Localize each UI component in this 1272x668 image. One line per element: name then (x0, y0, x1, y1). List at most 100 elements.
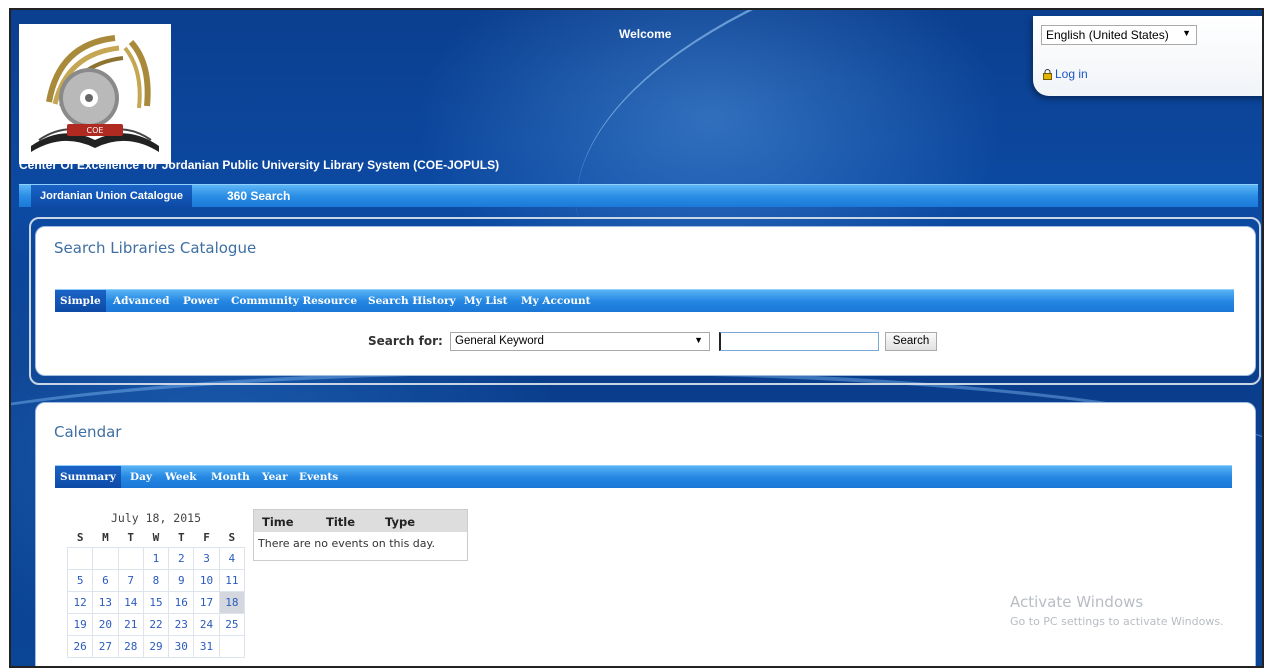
calendar-day-24[interactable]: 24 (193, 613, 220, 636)
calendar-day-25[interactable]: 25 (218, 613, 246, 636)
weekday-header: T (177, 530, 185, 544)
events-table-header: Time Title Type (254, 510, 467, 532)
weekday-header: F (203, 530, 210, 544)
mini-calendar-caption: July 18, 2015 (110, 511, 201, 525)
calendar-day-3[interactable]: 3 (193, 547, 220, 570)
calendar-day-2[interactable]: 2 (168, 547, 195, 570)
activate-windows-watermark: Activate Windows Go to PC settings to ac… (1010, 593, 1224, 628)
tab-year[interactable]: Year (262, 466, 288, 488)
calendar-week-row: 12 13 14 15 16 17 18 (66, 591, 246, 614)
calendar-empty-cell (117, 547, 144, 570)
no-events-message: There are no events on this day. (258, 537, 435, 550)
calendar-empty-cell (218, 635, 246, 658)
calendar-day-29[interactable]: 29 (142, 635, 170, 658)
tab-my-list[interactable]: My List (464, 290, 508, 312)
browser-page: COE Welcome Center Of Excellence for Jor… (9, 8, 1264, 668)
calendar-tabs: Summary Day Week Month Year Events (55, 465, 1232, 488)
calendar-week-row: 19 20 21 22 23 24 25 (66, 613, 246, 636)
calendar-day-12[interactable]: 12 (66, 591, 94, 614)
tab-power[interactable]: Power (183, 290, 219, 312)
calendar-day-5[interactable]: 5 (66, 569, 94, 592)
calendar-day-27[interactable]: 27 (92, 635, 119, 658)
tab-week[interactable]: Week (165, 466, 197, 488)
calendar-day-19[interactable]: 19 (66, 613, 94, 636)
calendar-day-31[interactable]: 31 (193, 635, 220, 658)
login-label: Log in (1055, 67, 1088, 81)
search-for-label: Search for: (368, 334, 443, 348)
tab-day[interactable]: Day (130, 466, 152, 488)
weekday-header: S (76, 530, 84, 544)
weekday-header: S (228, 530, 236, 544)
site-title: Center Of Excellence for Jordanian Publi… (19, 158, 500, 172)
tab-my-account[interactable]: My Account (521, 290, 590, 312)
search-row: Search for: General Keyword ▼ Search (36, 332, 1255, 352)
mini-calendar-weeks: 1 2 3 4 5 6 7 8 9 10 11 12 13 14 15 16 17 18 19 20 21 22 23 24 2… (66, 547, 246, 658)
calendar-day-7[interactable]: 7 (117, 569, 144, 592)
calendar-empty-cell (66, 547, 94, 570)
calendar-week-row: 26 27 28 29 30 31 (66, 635, 246, 658)
calendar-empty-cell (92, 547, 119, 570)
calendar-day-13[interactable]: 13 (92, 591, 119, 614)
calendar-day-10[interactable]: 10 (193, 569, 220, 592)
top-navigation: Jordanian Union Catalogue 360 Search (19, 184, 1258, 207)
events-table: Time Title Type There are no events on t… (253, 509, 468, 561)
calendar-week-row: 1234 (66, 547, 246, 570)
calendar-week-row: 5 6 7 8 9 10 11 (66, 569, 246, 592)
tab-360-search[interactable]: 360 Search (227, 185, 290, 207)
welcome-text: Welcome (619, 27, 672, 41)
calendar-day-16[interactable]: 16 (168, 591, 195, 614)
calendar-day-8[interactable]: 8 (142, 569, 170, 592)
calendar-day-11[interactable]: 11 (218, 569, 246, 592)
calendar-day-21[interactable]: 21 (117, 613, 144, 636)
calendar-day-1[interactable]: 1 (142, 547, 170, 570)
search-libraries-panel: Search Libraries Catalogue Simple Advanc… (35, 226, 1256, 376)
weekday-header-row: SMTWTFS (68, 527, 245, 548)
watermark-subtitle: Go to PC settings to activate Windows. (1010, 615, 1224, 628)
search-input[interactable] (719, 332, 879, 351)
tab-summary[interactable]: Summary (55, 466, 121, 488)
calendar-day-28[interactable]: 28 (117, 635, 144, 658)
calendar-day-23[interactable]: 23 (168, 613, 195, 636)
calendar-day-17[interactable]: 17 (193, 591, 220, 614)
tab-community-resource[interactable]: Community Resource (231, 290, 357, 312)
tab-advanced[interactable]: Advanced (113, 290, 169, 312)
calendar-day-9[interactable]: 9 (168, 569, 195, 592)
language-select[interactable]: English (United States) ▼ (1041, 25, 1197, 45)
calendar-day-26[interactable]: 26 (66, 635, 94, 658)
calendar-day-6[interactable]: 6 (92, 569, 119, 592)
coe-logo[interactable]: COE (19, 24, 171, 164)
dropdown-arrow-icon: ▼ (1182, 28, 1191, 38)
calendar-day-18[interactable]: 18 (218, 591, 246, 614)
calendar-day-22[interactable]: 22 (142, 613, 170, 636)
watermark-title: Activate Windows (1010, 593, 1144, 611)
search-type-select[interactable]: General Keyword ▼ (450, 332, 710, 351)
calendar-day-14[interactable]: 14 (117, 591, 144, 614)
language-login-panel: English (United States) ▼ Log in (1033, 16, 1262, 96)
calendar-day-15[interactable]: 15 (142, 591, 170, 614)
dropdown-arrow-icon: ▼ (694, 335, 703, 345)
search-button[interactable]: Search (885, 332, 937, 351)
tab-events[interactable]: Events (299, 466, 338, 488)
language-select-value: English (United States) (1046, 28, 1169, 42)
calendar-day-30[interactable]: 30 (168, 635, 195, 658)
tab-simple[interactable]: Simple (55, 290, 106, 312)
calendar-panel-title: Calendar (54, 423, 122, 441)
column-header-title: Title (326, 515, 356, 529)
mini-calendar-grid: SMTWTFS 1 2 3 4 5 6 7 8 9 10 11 12 13 14 15 16 17 18 19 20 2… (66, 527, 246, 658)
calendar-day-20[interactable]: 20 (92, 613, 119, 636)
svg-text:COE: COE (87, 126, 104, 135)
search-panel-title: Search Libraries Catalogue (54, 239, 257, 257)
search-tabs: Simple Advanced Power Community Resource… (55, 289, 1234, 312)
tab-jordanian-union-catalogue[interactable]: Jordanian Union Catalogue (31, 185, 193, 207)
weekday-header: W (152, 530, 160, 544)
column-header-type: Type (385, 515, 416, 529)
weekday-header: M (102, 530, 109, 544)
tab-search-history[interactable]: Search History (368, 290, 456, 312)
calendar-day-4[interactable]: 4 (218, 547, 246, 570)
login-link[interactable]: Log in (1043, 67, 1088, 81)
calendar-panel: Calendar Summary Day Week Month Year Eve… (35, 402, 1256, 666)
search-type-value: General Keyword (455, 335, 544, 347)
mini-calendar: July 18, 2015 SMTWTFS 1 2 3 4 5 6 7 8 9 10 11 12 13 1… (66, 509, 246, 658)
weekday-header: T (127, 530, 135, 544)
tab-month[interactable]: Month (211, 466, 250, 488)
